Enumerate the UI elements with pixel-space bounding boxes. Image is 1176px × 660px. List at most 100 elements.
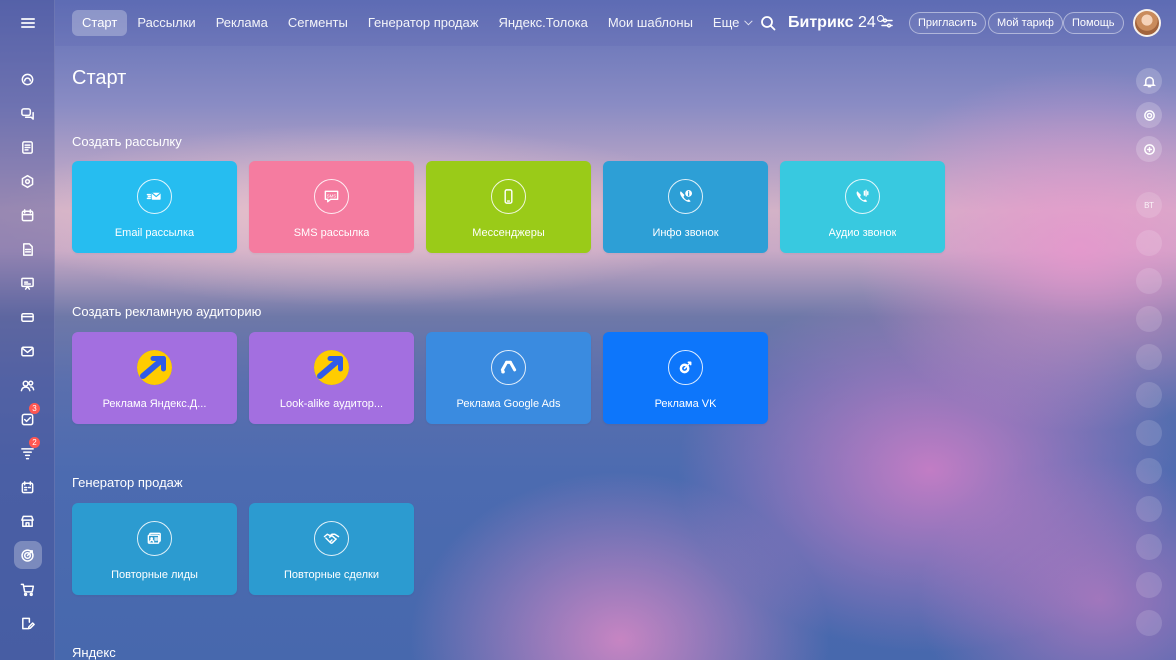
tile-google-ads[interactable]: Реклама Google Ads bbox=[426, 332, 591, 424]
mailing-tiles: Email рассылка SMS SMS рассылка Мессендж… bbox=[72, 161, 945, 253]
sidebar-item-marketing[interactable] bbox=[0, 538, 55, 572]
tile-label: Повторные сделки bbox=[284, 569, 379, 581]
tile-sms-mailing[interactable]: SMS SMS рассылка bbox=[249, 161, 414, 253]
sidebar-item-chat[interactable] bbox=[0, 96, 55, 130]
file-icon bbox=[23, 242, 33, 256]
sidebar-item-documents[interactable] bbox=[0, 130, 55, 164]
ad-audience-tiles: Реклама Яндекс.Д... Look-alike аудитор..… bbox=[72, 332, 768, 424]
tile-info-call[interactable]: Инфо звонок bbox=[603, 161, 768, 253]
sidebar-item-hexagon[interactable] bbox=[0, 164, 55, 198]
tab-segments[interactable]: Сегменты bbox=[278, 10, 358, 36]
sidebar-item-users[interactable] bbox=[0, 368, 55, 402]
sidebar-header bbox=[0, 0, 55, 46]
sidebar-item-mail[interactable] bbox=[0, 334, 55, 368]
tile-label: SMS рассылка bbox=[293, 227, 370, 239]
top-bar: Старт Рассылки Реклама Сегменты Генерато… bbox=[55, 0, 1176, 46]
vk-ads-icon bbox=[668, 350, 703, 385]
search-icon[interactable] bbox=[760, 15, 776, 31]
tile-label: Реклама Яндекс.Д... bbox=[102, 398, 207, 410]
my-tariff-button[interactable]: Мой тариф bbox=[988, 12, 1063, 34]
tab-mailings[interactable]: Рассылки bbox=[127, 10, 205, 36]
chevron-down-icon bbox=[744, 16, 754, 26]
rail-video-button[interactable] bbox=[1136, 496, 1162, 522]
rail-contact-1[interactable] bbox=[1136, 230, 1162, 256]
tile-label: Мессенджеры bbox=[472, 227, 545, 239]
phone-icon bbox=[491, 179, 526, 214]
tile-label: Реклама Google Ads bbox=[456, 398, 561, 410]
tile-yandex-direct[interactable]: Реклама Яндекс.Д... bbox=[72, 332, 237, 424]
store-icon bbox=[21, 515, 34, 527]
tab-more[interactable]: Еще bbox=[703, 10, 760, 36]
chat-icon bbox=[21, 107, 34, 120]
rail-phone-button[interactable] bbox=[1136, 534, 1162, 560]
logo-name: Битрикс bbox=[788, 14, 854, 31]
handshake-icon bbox=[314, 521, 349, 556]
sidebar-item-funnel[interactable]: 2 bbox=[0, 436, 55, 470]
section-title-ad-audience: Создать рекламную аудиторию bbox=[72, 304, 262, 319]
sidebar-item-tasks[interactable]: 3 bbox=[0, 402, 55, 436]
user-avatar[interactable] bbox=[1133, 9, 1161, 37]
notifications-button[interactable] bbox=[1136, 68, 1162, 94]
tile-label: Инфо звонок bbox=[652, 227, 719, 239]
copilot-button[interactable] bbox=[1136, 136, 1162, 162]
rail-contact-9[interactable] bbox=[1136, 610, 1162, 636]
sms-icon-text: SMS bbox=[327, 193, 336, 198]
tile-repeat-deals[interactable]: Повторные сделки bbox=[249, 503, 414, 595]
settings-sliders-icon[interactable] bbox=[881, 16, 893, 28]
rail-contact-8[interactable] bbox=[1136, 572, 1162, 598]
users-icon bbox=[20, 380, 35, 391]
tile-messengers[interactable]: Мессенджеры bbox=[426, 161, 591, 253]
top-tabs: Старт Рассылки Реклама Сегменты Генерато… bbox=[72, 10, 760, 36]
sms-icon: SMS bbox=[314, 179, 349, 214]
right-rail: ВТ bbox=[1128, 46, 1176, 660]
hexagon-icon bbox=[21, 174, 34, 188]
feed-icon bbox=[21, 73, 34, 85]
audio-call-icon bbox=[845, 179, 880, 214]
hamburger-menu-icon[interactable] bbox=[20, 18, 35, 28]
tab-yandex-toloka[interactable]: Яндекс.Толока bbox=[488, 10, 597, 36]
invite-button[interactable]: Пригласить bbox=[909, 12, 986, 34]
target-icon bbox=[21, 548, 34, 562]
tab-sales-generator[interactable]: Генератор продаж bbox=[358, 10, 489, 36]
tile-label: Повторные лиды bbox=[111, 569, 198, 581]
sidebar-item-edit[interactable] bbox=[0, 606, 55, 640]
copilot-icon bbox=[1143, 143, 1155, 155]
rail-contact-4[interactable] bbox=[1136, 344, 1162, 370]
tab-ads[interactable]: Реклама bbox=[206, 10, 278, 36]
tile-label: Аудио звонок bbox=[828, 227, 897, 239]
sidebar-item-calendar[interactable] bbox=[0, 198, 55, 232]
tile-repeat-leads[interactable]: Повторные лиды bbox=[72, 503, 237, 595]
section-title-sales-generator: Генератор продаж bbox=[72, 475, 183, 490]
mail-icon bbox=[21, 346, 34, 356]
edit-icon bbox=[22, 617, 35, 629]
rail-contact-3[interactable] bbox=[1136, 306, 1162, 332]
tile-look-alike[interactable]: Look-alike аудитор... bbox=[249, 332, 414, 424]
sidebar-item-card[interactable] bbox=[0, 300, 55, 334]
pulse-icon bbox=[1143, 109, 1155, 121]
sidebar-item-feed[interactable] bbox=[0, 62, 55, 96]
presentation-icon bbox=[21, 277, 34, 290]
rail-contact-5[interactable] bbox=[1136, 382, 1162, 408]
rail-contact-7[interactable] bbox=[1136, 458, 1162, 484]
tile-email-mailing[interactable]: Email рассылка bbox=[72, 161, 237, 253]
sidebar-item-store[interactable] bbox=[0, 504, 55, 538]
tab-my-templates[interactable]: Мои шаблоны bbox=[598, 10, 703, 36]
sidebar-item-presentation[interactable] bbox=[0, 266, 55, 300]
rail-contact-2[interactable] bbox=[1136, 268, 1162, 294]
cart-icon bbox=[20, 583, 35, 596]
left-sidebar: 3 2 bbox=[0, 0, 55, 660]
tab-start[interactable]: Старт bbox=[72, 10, 128, 36]
user-initials-button[interactable]: ВТ bbox=[1136, 192, 1162, 218]
page-title: Старт bbox=[72, 67, 127, 89]
rail-contact-6[interactable] bbox=[1136, 420, 1162, 446]
tile-audio-call[interactable]: Аудио звонок bbox=[780, 161, 945, 253]
document-icon bbox=[22, 140, 33, 154]
sidebar-item-files[interactable] bbox=[0, 232, 55, 266]
sidebar-item-schedule[interactable] bbox=[0, 470, 55, 504]
sidebar-menu: 3 2 bbox=[0, 62, 55, 640]
tile-vk-ads[interactable]: Реклама VK bbox=[603, 332, 768, 424]
activity-button[interactable] bbox=[1136, 102, 1162, 128]
google-ads-icon bbox=[491, 350, 526, 385]
sidebar-item-cart[interactable] bbox=[0, 572, 55, 606]
help-button[interactable]: Помощь bbox=[1063, 12, 1124, 34]
